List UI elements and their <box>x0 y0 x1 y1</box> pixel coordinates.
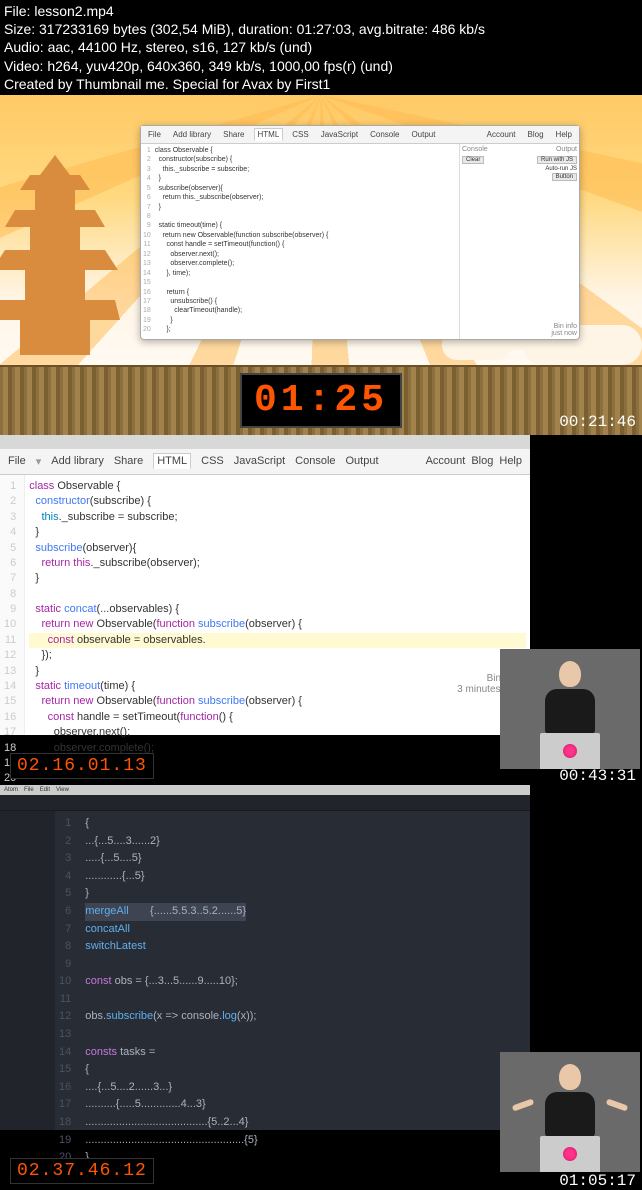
size-line: Size: 317233169 bytes (302,54 MiB), dura… <box>4 20 638 38</box>
line-gutter: 1234567891011121314151617181920 <box>143 146 155 337</box>
timestamp-2: 00:43:31 <box>559 767 636 785</box>
presenter-laptop <box>540 1136 600 1172</box>
html-tab[interactable]: HTML <box>254 128 284 141</box>
audio-line: Audio: aac, 44100 Hz, stereo, s16, 127 k… <box>4 38 638 56</box>
atom-menu[interactable]: Atom <box>4 787 18 793</box>
help-link[interactable]: Help <box>553 129 575 140</box>
presenter-video <box>500 649 640 769</box>
share-menu[interactable]: Share <box>114 455 143 467</box>
presenter-head <box>559 661 581 687</box>
digital-clock: 01:25 <box>240 373 402 428</box>
account-link[interactable]: Account <box>484 129 519 140</box>
css-tab[interactable]: CSS <box>289 129 311 140</box>
timestamp-1: 00:21:46 <box>559 413 636 431</box>
blog-link[interactable]: Blog <box>525 129 547 140</box>
console-header: Console <box>462 146 488 153</box>
addlib-menu[interactable]: Add library <box>51 455 104 467</box>
share-menu[interactable]: Share <box>220 129 247 140</box>
pagoda-silhouette <box>0 155 120 355</box>
blog-link[interactable]: Blog <box>471 455 493 467</box>
runjs-button[interactable]: Run with JS <box>537 156 577 164</box>
file-menu[interactable]: File <box>145 129 164 140</box>
js-tab[interactable]: JavaScript <box>318 129 361 140</box>
code-content-2[interactable]: class Observable { constructor(subscribe… <box>25 475 530 735</box>
creator-line: Created by Thumbnail me. Special for Ava… <box>4 75 638 93</box>
file-line: File: lesson2.mp4 <box>4 2 638 20</box>
output-tab[interactable]: Output <box>346 455 379 467</box>
timer-bar: 01:25 <box>0 365 642 435</box>
line-gutter-2: 1234567891011121314151617181920212223 <box>0 475 25 735</box>
presenter-arms <box>500 1102 640 1122</box>
thumbnail-3: Atom File Edit View 12345678910111213141… <box>0 785 642 1190</box>
css-tab[interactable]: CSS <box>201 455 224 467</box>
presenter-laptop <box>540 733 600 769</box>
bin-info[interactable]: Bin info just now <box>551 323 577 337</box>
presenter-video-3 <box>500 1052 640 1172</box>
file-info-header: File: lesson2.mp4 Size: 317233169 bytes … <box>0 0 642 95</box>
code-content-3[interactable]: { ...{...5....3......2} .....{...5....5}… <box>81 811 261 1130</box>
code-content: class Observable { constructor(subscribe… <box>155 146 329 337</box>
clear-button[interactable]: Clear <box>462 156 484 164</box>
console-tab[interactable]: Console <box>367 129 402 140</box>
account-link[interactable]: Account <box>426 455 466 467</box>
file-menu[interactable]: File <box>24 787 34 793</box>
file-tree[interactable] <box>0 811 55 1130</box>
small-clock-2: 02.16.01.13 <box>10 753 154 779</box>
code-panel[interactable]: 1234567891011121314151617181920 class Ob… <box>141 144 459 339</box>
view-menu[interactable]: View <box>56 787 69 793</box>
timestamp-3: 01:05:17 <box>559 1172 636 1190</box>
console-output-panel: Console Output Clear Run with JS Auto-ru… <box>459 144 579 339</box>
output-tab[interactable]: Output <box>408 129 438 140</box>
thumbnail-1: File Add library Share HTML CSS JavaScri… <box>0 95 642 435</box>
presenter-body <box>545 689 595 734</box>
video-line: Video: h264, yuv420p, 640x360, 349 kb/s,… <box>4 57 638 75</box>
small-clock-3: 02.37.46.12 <box>10 1158 154 1184</box>
html-tab[interactable]: HTML <box>153 453 191 469</box>
jsbin-window-2: File ▾ Add library Share HTML CSS JavaSc… <box>0 435 530 735</box>
thumbnail-2: File ▾ Add library Share HTML CSS JavaSc… <box>0 435 642 785</box>
console-tab[interactable]: Console <box>295 455 335 467</box>
presenter-head <box>559 1064 581 1090</box>
help-link[interactable]: Help <box>499 455 522 467</box>
file-menu[interactable]: File <box>8 455 26 467</box>
editor-tabs <box>0 795 530 811</box>
line-gutter-3: 1234567891011121314151617181920 <box>55 811 81 1130</box>
output-header: Output <box>556 146 577 153</box>
jsbin-toolbar-2: File ▾ Add library Share HTML CSS JavaSc… <box>0 449 530 475</box>
edit-menu[interactable]: Edit <box>40 787 50 793</box>
jsbin-window-1: File Add library Share HTML CSS JavaScri… <box>140 125 580 340</box>
addlib-menu[interactable]: Add library <box>170 129 214 140</box>
jsbin-toolbar: File Add library Share HTML CSS JavaScri… <box>141 126 579 144</box>
js-tab[interactable]: JavaScript <box>234 455 285 467</box>
dark-editor: Atom File Edit View 12345678910111213141… <box>0 785 530 1130</box>
editor-menubar: Atom File Edit View <box>0 785 530 795</box>
browser-tabs <box>0 435 530 449</box>
demo-button[interactable]: Button <box>552 173 577 181</box>
